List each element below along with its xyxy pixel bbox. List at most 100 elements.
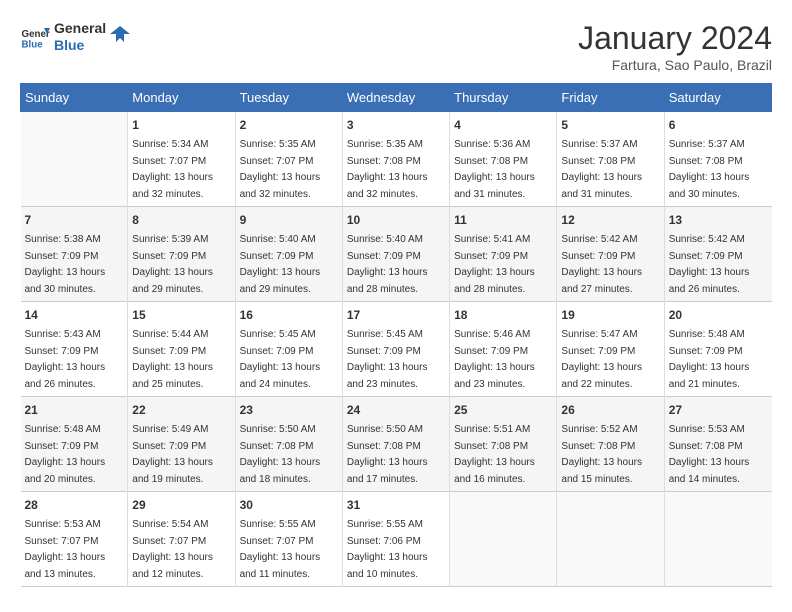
cell-info: Sunrise: 5:48 AMSunset: 7:09 PMDaylight:… bbox=[669, 329, 750, 390]
day-number: 11 bbox=[454, 211, 552, 229]
day-number: 17 bbox=[347, 306, 445, 324]
day-number: 22 bbox=[132, 401, 230, 419]
day-cell-17: 17Sunrise: 5:45 AMSunset: 7:09 PMDayligh… bbox=[342, 302, 449, 397]
cell-info: Sunrise: 5:51 AMSunset: 7:08 PMDaylight:… bbox=[454, 424, 535, 485]
cell-info: Sunrise: 5:44 AMSunset: 7:09 PMDaylight:… bbox=[132, 329, 213, 390]
day-cell-2: 2Sunrise: 5:35 AMSunset: 7:07 PMDaylight… bbox=[235, 112, 342, 207]
day-cell-10: 10Sunrise: 5:40 AMSunset: 7:09 PMDayligh… bbox=[342, 207, 449, 302]
empty-cell bbox=[664, 492, 771, 587]
day-number: 28 bbox=[25, 496, 124, 514]
day-number: 6 bbox=[669, 116, 768, 134]
weekday-header-wednesday: Wednesday bbox=[342, 84, 449, 112]
cell-info: Sunrise: 5:53 AMSunset: 7:08 PMDaylight:… bbox=[669, 424, 750, 485]
day-cell-12: 12Sunrise: 5:42 AMSunset: 7:09 PMDayligh… bbox=[557, 207, 664, 302]
week-row-3: 14 Sunrise: 5:43 AMSunset: 7:09 PMDayligh… bbox=[21, 302, 772, 397]
header: General Blue General Blue January 2024 F… bbox=[20, 20, 772, 73]
day-cell-16: 16 Sunrise: 5:45 AMSunset: 7:09 PMDayligh… bbox=[235, 302, 342, 397]
day-number: 20 bbox=[669, 306, 768, 324]
cell-info: Sunrise: 5:50 AMSunset: 7:08 PMDaylight:… bbox=[347, 424, 428, 485]
day-number: 2 bbox=[240, 116, 338, 134]
cell-info: Sunrise: 5:52 AMSunset: 7:08 PMDaylight:… bbox=[561, 424, 642, 485]
cell-info: Sunrise: 5:55 AMSunset: 7:06 PMDaylight:… bbox=[347, 519, 428, 580]
day-number: 4 bbox=[454, 116, 552, 134]
day-number: 16 bbox=[240, 306, 338, 324]
weekday-header-monday: Monday bbox=[128, 84, 235, 112]
cell-info: Sunrise: 5:38 AMSunset: 7:09 PMDaylight:… bbox=[25, 234, 106, 295]
cell-info: Sunrise: 5:40 AMSunset: 7:09 PMDaylight:… bbox=[347, 234, 428, 295]
empty-cell bbox=[21, 112, 128, 207]
day-number: 14 bbox=[25, 306, 124, 324]
cell-info: Sunrise: 5:47 AMSunset: 7:09 PMDaylight:… bbox=[561, 329, 642, 390]
day-number: 27 bbox=[669, 401, 768, 419]
cell-info: Sunrise: 5:46 AMSunset: 7:09 PMDaylight:… bbox=[454, 329, 535, 390]
day-number: 19 bbox=[561, 306, 659, 324]
day-number: 24 bbox=[347, 401, 445, 419]
day-cell-19: 19 Sunrise: 5:47 AMSunset: 7:09 PMDayligh… bbox=[557, 302, 664, 397]
week-row-1: 1Sunrise: 5:34 AMSunset: 7:07 PMDaylight… bbox=[21, 112, 772, 207]
cell-info: Sunrise: 5:55 AMSunset: 7:07 PMDaylight:… bbox=[240, 519, 321, 580]
weekday-header-tuesday: Tuesday bbox=[235, 84, 342, 112]
logo-general: General bbox=[54, 20, 106, 37]
day-cell-6: 6 Sunrise: 5:37 AMSunset: 7:08 PMDaylight… bbox=[664, 112, 771, 207]
cell-info: Sunrise: 5:43 AMSunset: 7:09 PMDaylight:… bbox=[25, 329, 106, 390]
day-number: 12 bbox=[561, 211, 659, 229]
day-number: 23 bbox=[240, 401, 338, 419]
day-cell-9: 9 Sunrise: 5:40 AMSunset: 7:09 PMDaylight… bbox=[235, 207, 342, 302]
day-cell-21: 21 Sunrise: 5:48 AMSunset: 7:09 PMDayligh… bbox=[21, 397, 128, 492]
day-cell-22: 22 Sunrise: 5:49 AMSunset: 7:09 PMDayligh… bbox=[128, 397, 235, 492]
day-cell-13: 13Sunrise: 5:42 AMSunset: 7:09 PMDayligh… bbox=[664, 207, 771, 302]
weekday-header-saturday: Saturday bbox=[664, 84, 771, 112]
location: Fartura, Sao Paulo, Brazil bbox=[578, 57, 772, 73]
empty-cell bbox=[557, 492, 664, 587]
logo: General Blue General Blue bbox=[20, 20, 130, 54]
day-number: 21 bbox=[25, 401, 124, 419]
day-cell-25: 25 Sunrise: 5:51 AMSunset: 7:08 PMDayligh… bbox=[450, 397, 557, 492]
day-number: 26 bbox=[561, 401, 659, 419]
day-cell-26: 26 Sunrise: 5:52 AMSunset: 7:08 PMDayligh… bbox=[557, 397, 664, 492]
weekday-header-row: SundayMondayTuesdayWednesdayThursdayFrid… bbox=[21, 84, 772, 112]
day-cell-24: 24 Sunrise: 5:50 AMSunset: 7:08 PMDayligh… bbox=[342, 397, 449, 492]
day-cell-23: 23Sunrise: 5:50 AMSunset: 7:08 PMDayligh… bbox=[235, 397, 342, 492]
day-cell-8: 8Sunrise: 5:39 AMSunset: 7:09 PMDaylight… bbox=[128, 207, 235, 302]
day-number: 5 bbox=[561, 116, 659, 134]
logo-blue: Blue bbox=[54, 37, 106, 54]
cell-info: Sunrise: 5:49 AMSunset: 7:09 PMDaylight:… bbox=[132, 424, 213, 485]
day-number: 15 bbox=[132, 306, 230, 324]
day-number: 3 bbox=[347, 116, 445, 134]
day-number: 1 bbox=[132, 116, 230, 134]
month-title: January 2024 bbox=[578, 20, 772, 57]
week-row-4: 21 Sunrise: 5:48 AMSunset: 7:09 PMDayligh… bbox=[21, 397, 772, 492]
day-cell-28: 28 Sunrise: 5:53 AMSunset: 7:07 PMDayligh… bbox=[21, 492, 128, 587]
cell-info: Sunrise: 5:48 AMSunset: 7:09 PMDaylight:… bbox=[25, 424, 106, 485]
day-cell-18: 18Sunrise: 5:46 AMSunset: 7:09 PMDayligh… bbox=[450, 302, 557, 397]
cell-info: Sunrise: 5:53 AMSunset: 7:07 PMDaylight:… bbox=[25, 519, 106, 580]
day-cell-15: 15 Sunrise: 5:44 AMSunset: 7:09 PMDayligh… bbox=[128, 302, 235, 397]
day-number: 31 bbox=[347, 496, 445, 514]
empty-cell bbox=[450, 492, 557, 587]
cell-info: Sunrise: 5:37 AMSunset: 7:08 PMDaylight:… bbox=[669, 139, 750, 200]
cell-info: Sunrise: 5:45 AMSunset: 7:09 PMDaylight:… bbox=[240, 329, 321, 390]
cell-info: Sunrise: 5:37 AMSunset: 7:08 PMDaylight:… bbox=[561, 139, 642, 200]
day-cell-27: 27 Sunrise: 5:53 AMSunset: 7:08 PMDayligh… bbox=[664, 397, 771, 492]
day-number: 7 bbox=[25, 211, 124, 229]
day-number: 25 bbox=[454, 401, 552, 419]
day-cell-14: 14 Sunrise: 5:43 AMSunset: 7:09 PMDayligh… bbox=[21, 302, 128, 397]
cell-info: Sunrise: 5:35 AMSunset: 7:08 PMDaylight:… bbox=[347, 139, 428, 200]
day-cell-31: 31 Sunrise: 5:55 AMSunset: 7:06 PMDayligh… bbox=[342, 492, 449, 587]
weekday-header-friday: Friday bbox=[557, 84, 664, 112]
cell-info: Sunrise: 5:42 AMSunset: 7:09 PMDaylight:… bbox=[669, 234, 750, 295]
logo-bird-icon bbox=[110, 24, 130, 44]
weekday-header-sunday: Sunday bbox=[21, 84, 128, 112]
cell-info: Sunrise: 5:54 AMSunset: 7:07 PMDaylight:… bbox=[132, 519, 213, 580]
day-number: 29 bbox=[132, 496, 230, 514]
day-cell-29: 29 Sunrise: 5:54 AMSunset: 7:07 PMDayligh… bbox=[128, 492, 235, 587]
cell-info: Sunrise: 5:39 AMSunset: 7:09 PMDaylight:… bbox=[132, 234, 213, 295]
week-row-5: 28 Sunrise: 5:53 AMSunset: 7:07 PMDayligh… bbox=[21, 492, 772, 587]
cell-info: Sunrise: 5:40 AMSunset: 7:09 PMDaylight:… bbox=[240, 234, 321, 295]
day-cell-11: 11Sunrise: 5:41 AMSunset: 7:09 PMDayligh… bbox=[450, 207, 557, 302]
day-cell-30: 30Sunrise: 5:55 AMSunset: 7:07 PMDayligh… bbox=[235, 492, 342, 587]
title-area: January 2024 Fartura, Sao Paulo, Brazil bbox=[578, 20, 772, 73]
calendar-table: SundayMondayTuesdayWednesdayThursdayFrid… bbox=[20, 83, 772, 587]
day-number: 9 bbox=[240, 211, 338, 229]
day-cell-5: 5 Sunrise: 5:37 AMSunset: 7:08 PMDaylight… bbox=[557, 112, 664, 207]
